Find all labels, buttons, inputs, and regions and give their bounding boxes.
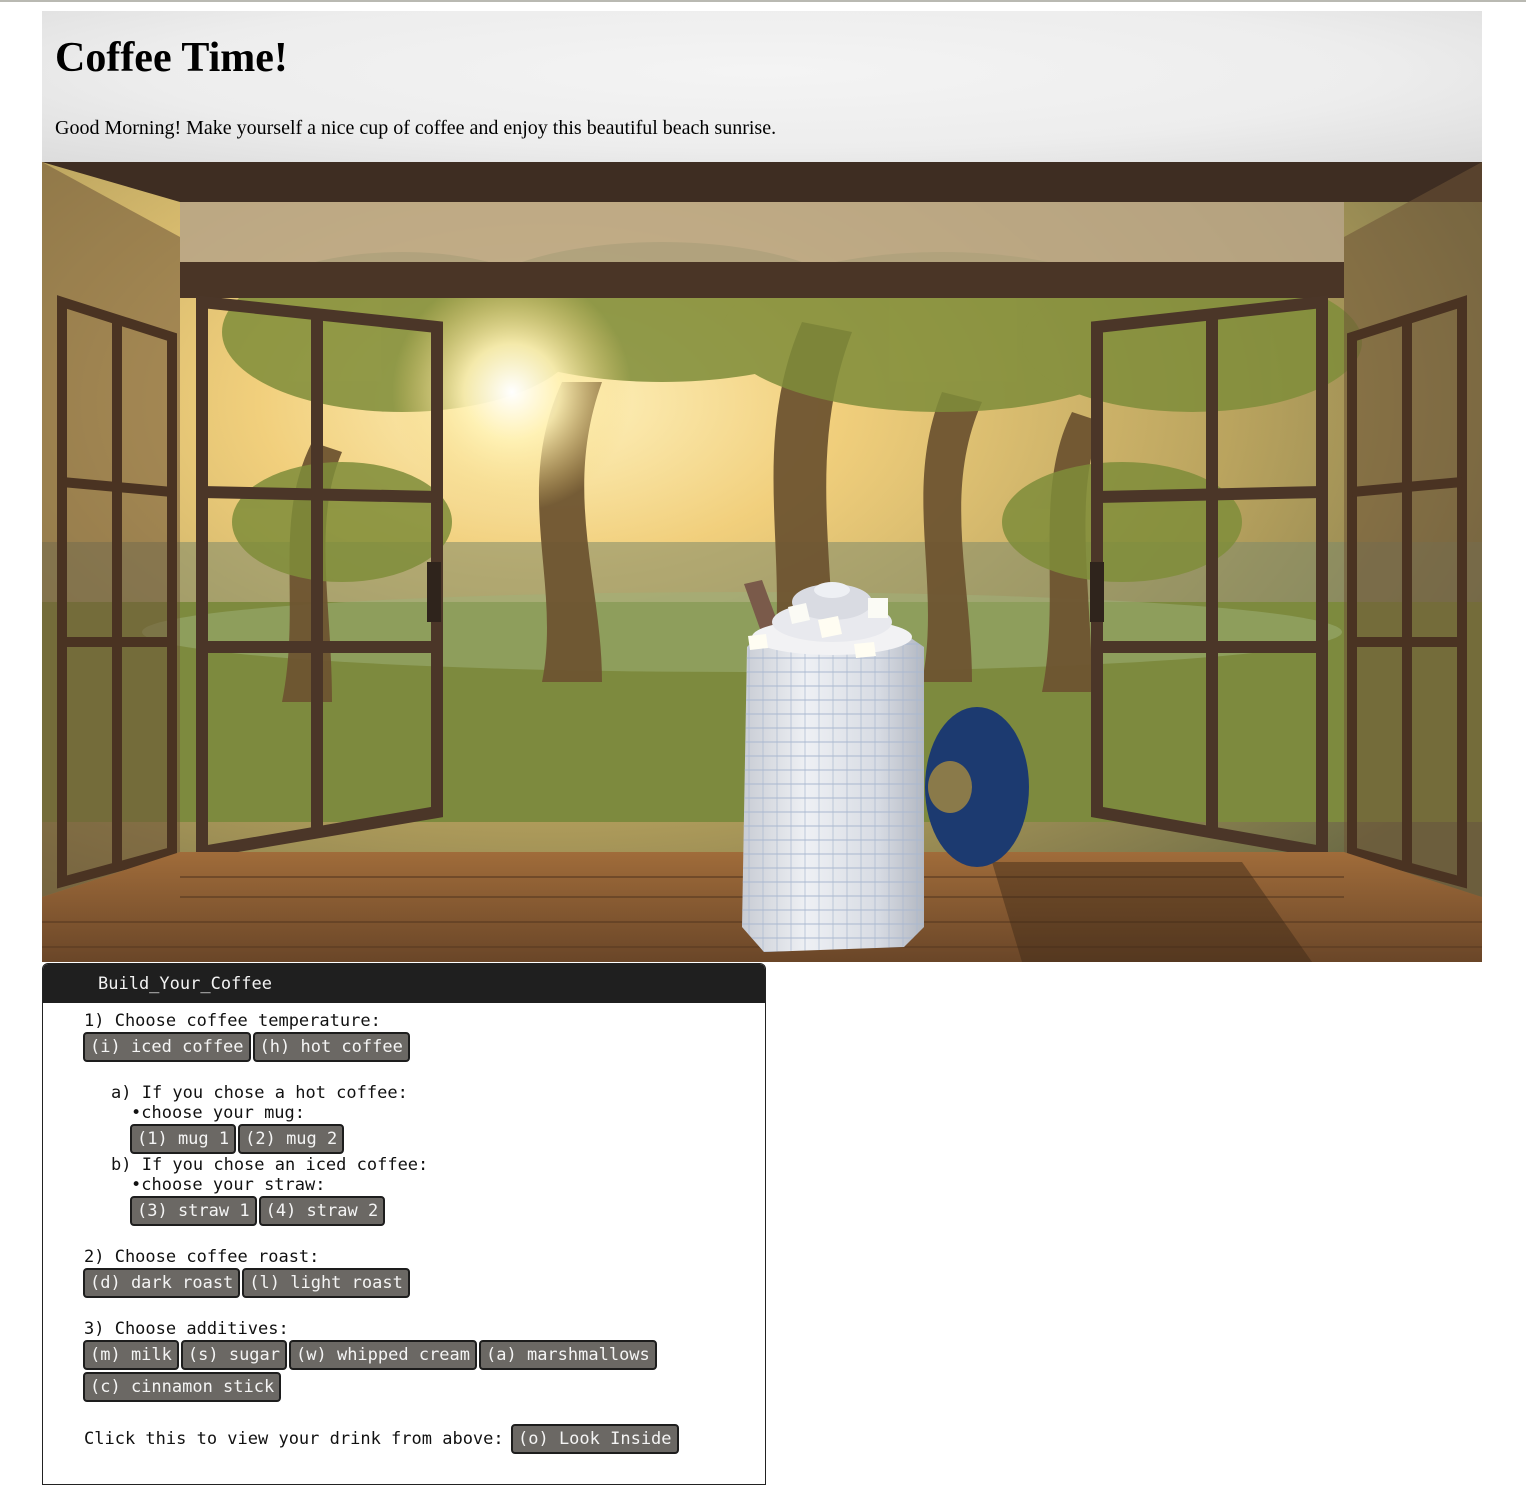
iced-coffee-button[interactable]: (i) iced coffee bbox=[83, 1032, 251, 1062]
additive-buttons-row2: (c) cinnamon stick bbox=[83, 1372, 282, 1402]
hot-coffee-button[interactable]: (h) hot coffee bbox=[252, 1032, 410, 1062]
marshmallows-button[interactable]: (a) marshmallows bbox=[479, 1340, 657, 1370]
scene-illustration bbox=[42, 162, 1482, 962]
additive-buttons-row1: (m) milk (s) sugar (w) whipped cream (a)… bbox=[83, 1340, 657, 1370]
dark-roast-button[interactable]: (d) dark roast bbox=[83, 1268, 241, 1298]
look-inside-row: (o) Look Inside bbox=[511, 1424, 679, 1454]
look-inside-label: Click this to view your drink from above… bbox=[84, 1429, 504, 1449]
sugar-button[interactable]: (s) sugar bbox=[180, 1340, 288, 1370]
step1-label: 1) Choose coffee temperature: bbox=[84, 1011, 381, 1031]
milk-button[interactable]: (m) milk bbox=[83, 1340, 179, 1370]
cinnamon-stick-button[interactable]: (c) cinnamon stick bbox=[83, 1372, 282, 1402]
build-your-coffee-panel: Build_Your_Coffee 1) Choose coffee tempe… bbox=[42, 963, 766, 1485]
look-inside-button[interactable]: (o) Look Inside bbox=[511, 1424, 679, 1454]
straw-2-button[interactable]: (4) straw 2 bbox=[258, 1196, 386, 1226]
top-border bbox=[0, 0, 1526, 2]
coffee-scene-canvas[interactable] bbox=[42, 162, 1482, 962]
step3-label: 3) Choose additives: bbox=[84, 1319, 289, 1339]
page-title: Coffee Time! bbox=[55, 35, 288, 81]
straw-buttons: (3) straw 1 (4) straw 2 bbox=[130, 1196, 386, 1226]
panel-title: Build_Your_Coffee bbox=[43, 964, 765, 1003]
mug-buttons: (1) mug 1 (2) mug 2 bbox=[130, 1124, 345, 1154]
mug-1-button[interactable]: (1) mug 1 bbox=[130, 1124, 237, 1154]
straw-1-button[interactable]: (3) straw 1 bbox=[130, 1196, 257, 1226]
coffee-cup bbox=[742, 582, 924, 952]
iced-coffee-subheading: choose your straw: bbox=[131, 1175, 325, 1195]
roast-buttons: (d) dark roast (l) light roast bbox=[83, 1268, 410, 1298]
light-roast-button[interactable]: (l) light roast bbox=[242, 1268, 410, 1298]
hot-coffee-heading: a) If you chose a hot coffee: bbox=[111, 1083, 408, 1103]
iced-coffee-heading: b) If you chose an iced coffee: bbox=[111, 1155, 429, 1175]
page-header: Coffee Time! Good Morning! Make yourself… bbox=[42, 11, 1482, 162]
mug-2-button[interactable]: (2) mug 2 bbox=[238, 1124, 345, 1154]
mug-handle bbox=[925, 707, 1029, 867]
step2-label: 2) Choose coffee roast: bbox=[84, 1247, 320, 1267]
hot-coffee-subheading: choose your mug: bbox=[131, 1103, 305, 1123]
temperature-buttons: (i) iced coffee (h) hot coffee bbox=[83, 1032, 410, 1062]
page-subtitle: Good Morning! Make yourself a nice cup o… bbox=[55, 117, 777, 139]
whipped-cream-button[interactable]: (w) whipped cream bbox=[289, 1340, 478, 1370]
